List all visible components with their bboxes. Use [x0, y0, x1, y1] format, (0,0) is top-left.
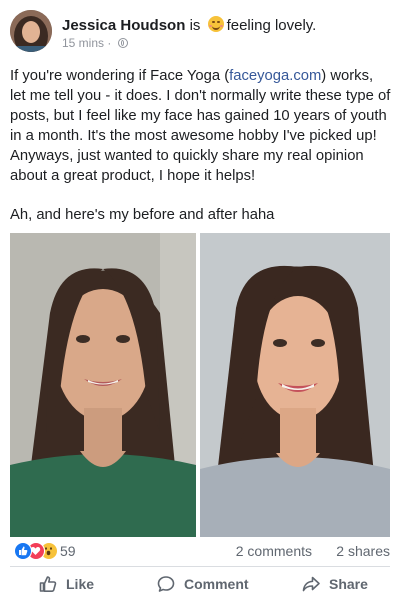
shares-count[interactable]: 2 shares [336, 543, 390, 559]
post-actions: Like Comment Share [0, 570, 400, 600]
author-name[interactable]: Jessica Houdson [62, 17, 185, 34]
after-photo[interactable] [200, 233, 390, 537]
like-reaction-icon [14, 542, 32, 560]
comment-button[interactable]: Comment [156, 570, 249, 598]
post-text-after-link: ) works, let me tell you - it does. I do… [10, 68, 391, 184]
thumbs-up-icon [39, 576, 57, 592]
before-photo-image [10, 233, 196, 537]
like-button[interactable]: Like [38, 570, 94, 598]
reaction-count[interactable]: 59 [60, 543, 76, 559]
globe-icon[interactable] [117, 38, 128, 48]
post-stats: 59 2 comments 2 shares [14, 540, 390, 564]
author-line: Jessica Houdson is feeling lovely. [62, 16, 316, 34]
before-photo[interactable] [10, 233, 196, 537]
avatar-photo [10, 10, 52, 52]
post-text-before-link: If you're wondering if Face Yoga ( [10, 68, 230, 84]
post-followup-text: Ah, and here's my before and after haha [10, 207, 275, 223]
photo-grid [0, 233, 400, 537]
post-timestamp[interactable]: 15 mins [62, 36, 104, 50]
author-avatar[interactable] [10, 10, 52, 52]
meta-separator: · [107, 36, 112, 50]
post-meta: 15 mins · [62, 36, 128, 50]
feeling-text[interactable]: feeling lovely. [227, 17, 317, 34]
faceyoga-link[interactable]: faceyoga.com [229, 68, 321, 84]
comment-label: Comment [184, 576, 249, 592]
post-body: If you're wondering if Face Yoga (faceyo… [10, 66, 392, 186]
is-word: is [189, 17, 201, 34]
actions-divider [10, 566, 390, 567]
share-label: Share [329, 576, 368, 592]
comments-count[interactable]: 2 comments [236, 543, 312, 559]
speech-bubble-icon [157, 576, 175, 592]
like-label: Like [66, 576, 95, 592]
share-button[interactable]: Share [301, 570, 368, 598]
share-arrow-icon [302, 576, 320, 592]
after-photo-image [200, 233, 390, 537]
smiling-blush-emoji-icon [207, 16, 224, 32]
post-header: Jessica Houdson is feeling lovely. 15 mi… [10, 8, 390, 54]
